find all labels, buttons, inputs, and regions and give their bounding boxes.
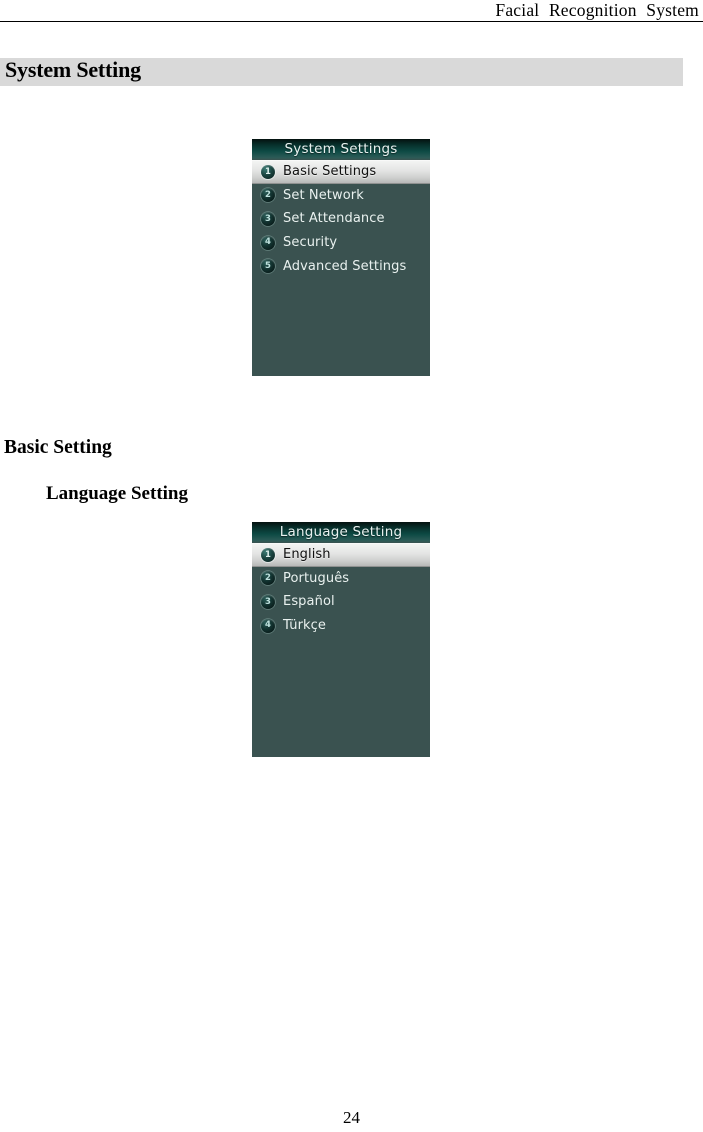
menu-item-label: Português [283, 570, 350, 586]
number-badge-icon: 4 [261, 618, 275, 633]
menu-item-basic-settings[interactable]: 1 Basic Settings [252, 160, 430, 184]
menu-item-label: Set Network [283, 187, 364, 203]
menu-item-label: Basic Settings [283, 164, 377, 180]
number-badge-icon: 1 [261, 164, 275, 179]
menu-item-label: Español [283, 594, 335, 610]
device-screen-system-settings: System Settings 1 Basic Settings 2 Set N… [252, 139, 430, 376]
badge-number: 1 [265, 166, 271, 177]
page-running-header: Facial Recognition System [0, 0, 703, 24]
number-badge-icon: 2 [261, 188, 275, 203]
menu-item-set-network[interactable]: 2 Set Network [252, 184, 430, 208]
heading-basic-setting: Basic Setting [4, 437, 112, 458]
badge-number: 2 [265, 573, 271, 584]
badge-number: 2 [265, 190, 271, 201]
section-heading-text: System Setting [5, 57, 141, 82]
panel-titlebar: System Settings [252, 139, 430, 160]
header-divider-rule [0, 21, 703, 22]
badge-number: 3 [265, 213, 271, 224]
menu-item-label: English [283, 547, 331, 563]
menu-list: 1 Basic Settings 2 Set Network 3 Set Att… [252, 160, 430, 278]
menu-item-portugues[interactable]: 2 Português [252, 567, 430, 591]
badge-number: 1 [265, 549, 271, 560]
menu-item-label: Set Attendance [283, 211, 385, 227]
menu-item-english[interactable]: 1 English [252, 543, 430, 567]
panel-titlebar: Language Setting [252, 522, 430, 543]
menu-item-label: Security [283, 235, 338, 251]
menu-item-advanced-settings[interactable]: 5 Advanced Settings [252, 254, 430, 278]
number-badge-icon: 5 [261, 259, 275, 274]
number-badge-icon: 4 [261, 235, 275, 250]
menu-item-espanol[interactable]: 3 Español [252, 590, 430, 614]
device-screen-language-setting: Language Setting 1 English 2 Português 3… [252, 522, 430, 757]
number-badge-icon: 2 [261, 571, 275, 586]
page-number: 24 [343, 1108, 360, 1127]
menu-item-security[interactable]: 4 Security [252, 231, 430, 255]
panel-title-text: Language Setting [279, 523, 403, 540]
badge-number: 4 [265, 620, 271, 631]
badge-number: 3 [265, 596, 271, 607]
menu-item-label: Türkçe [283, 618, 327, 634]
menu-item-turkce[interactable]: 4 Türkçe [252, 614, 430, 638]
number-badge-icon: 3 [261, 211, 275, 226]
badge-number: 5 [265, 260, 271, 271]
badge-number: 4 [265, 237, 271, 248]
number-badge-icon: 3 [261, 594, 275, 609]
panel-title-text: System Settings [284, 140, 398, 157]
menu-list: 1 English 2 Português 3 Español 4 Türkçe [252, 543, 430, 637]
menu-item-label: Advanced Settings [283, 258, 407, 274]
heading-language-setting: Language Setting [46, 483, 188, 504]
running-header-title: Facial Recognition System [495, 0, 699, 20]
number-badge-icon: 1 [261, 547, 275, 562]
menu-item-set-attendance[interactable]: 3 Set Attendance [252, 207, 430, 231]
